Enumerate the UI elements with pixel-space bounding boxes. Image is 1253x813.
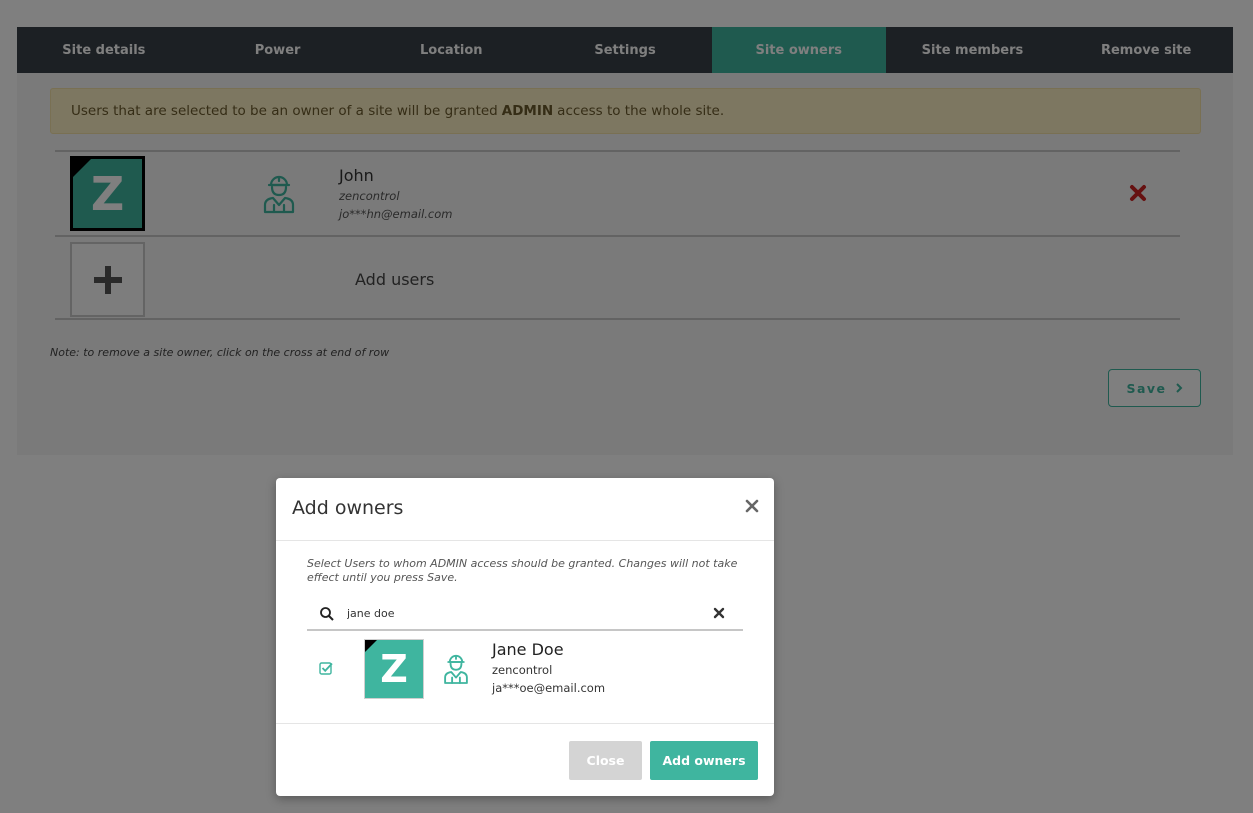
zencontrol-logo-icon: Z xyxy=(365,640,423,698)
result-org: zencontrol xyxy=(492,663,553,677)
search-result-item[interactable]: Z Jane Doe zencontrol ja***oe@email.com xyxy=(307,638,743,700)
result-name: Jane Doe xyxy=(492,640,564,659)
search-icon xyxy=(320,607,334,621)
dialog-header: Add owners xyxy=(276,478,774,541)
avatar: Z xyxy=(364,639,424,699)
clear-search-icon[interactable] xyxy=(713,607,725,619)
dialog-title: Add owners xyxy=(292,497,404,519)
dialog-footer: Close Add owners xyxy=(276,723,774,796)
worker-icon xyxy=(444,654,468,684)
checkbox-checked-icon[interactable] xyxy=(319,661,333,675)
close-icon[interactable] xyxy=(744,498,760,514)
add-owners-dialog: Add owners Select Users to whom ADMIN ac… xyxy=(276,478,774,796)
close-button[interactable]: Close xyxy=(569,741,642,780)
search-bar xyxy=(307,597,743,631)
result-email: ja***oe@email.com xyxy=(492,681,606,695)
dialog-description: Select Users to whom ADMIN access should… xyxy=(307,557,738,584)
add-owners-button[interactable]: Add owners xyxy=(650,741,758,780)
search-input[interactable] xyxy=(347,601,697,625)
